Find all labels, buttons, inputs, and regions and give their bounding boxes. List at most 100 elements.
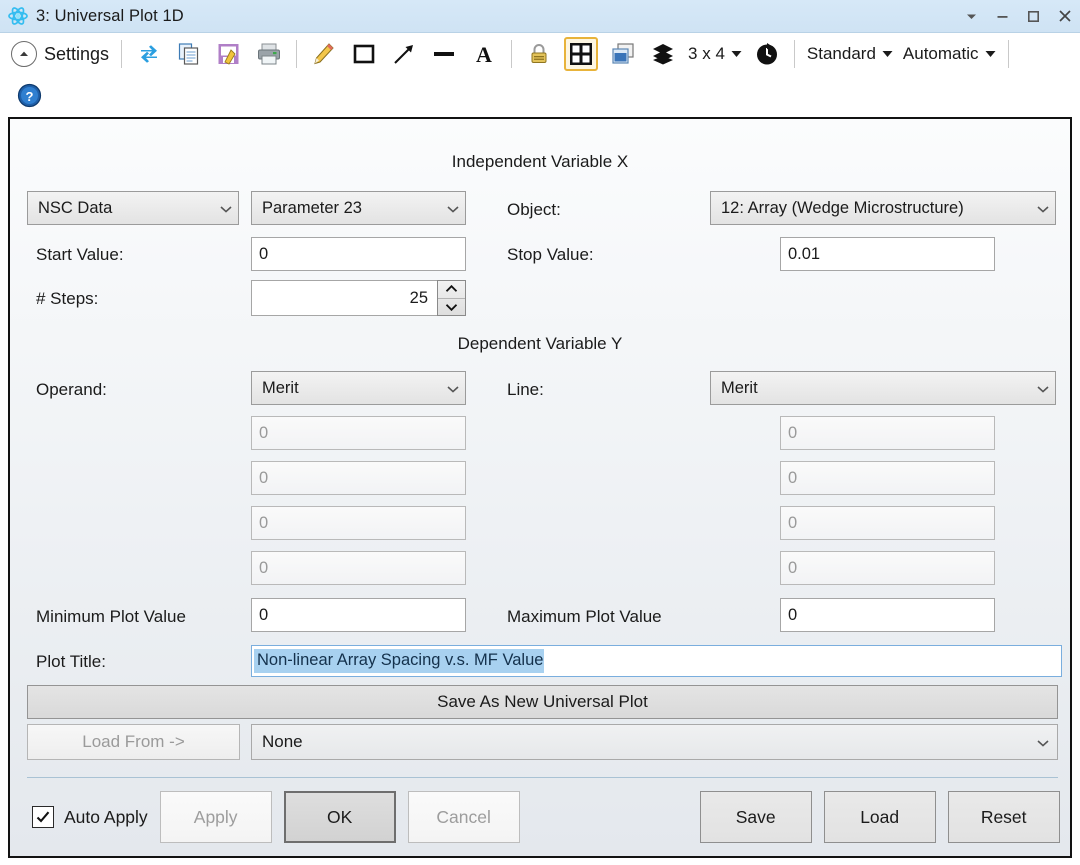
caret-down-icon (882, 45, 893, 63)
dropdown-menu-button[interactable] (956, 0, 987, 33)
refresh-icon (134, 39, 164, 69)
toolbar-separator (296, 40, 297, 68)
arrow-button[interactable] (385, 35, 423, 73)
apply-label: Apply (194, 807, 238, 828)
pencil-button[interactable] (305, 35, 343, 73)
stepper-up-icon[interactable] (438, 281, 465, 299)
data-source-value: NSC Data (38, 199, 214, 218)
chevron-down-icon (1037, 199, 1049, 218)
scale-dropdown[interactable]: Automatic (899, 35, 1000, 73)
save-button[interactable]: Save (700, 791, 812, 843)
steps-input[interactable]: 25 (251, 280, 437, 316)
load-from-button: Load From -> (27, 724, 240, 760)
start-value-text: 0 (259, 245, 268, 264)
maximum-plot-value-input[interactable]: 0 (780, 598, 995, 632)
line-extra-input-3[interactable]: 0 (780, 506, 995, 540)
independent-variable-heading: Independent Variable X (10, 152, 1070, 172)
auto-apply-label: Auto Apply (64, 807, 148, 828)
steps-spin-buttons[interactable] (437, 280, 466, 316)
data-source-dropdown[interactable]: NSC Data (27, 191, 239, 225)
toolbar-row-2: ? (0, 75, 1080, 115)
style-dropdown-label: Standard (807, 44, 876, 64)
layers-button[interactable] (644, 35, 682, 73)
object-dropdown[interactable]: 12: Array (Wedge Microstructure) (710, 191, 1056, 225)
help-icon[interactable]: ? (14, 80, 44, 110)
toolbar-separator (794, 40, 795, 68)
lock-button[interactable] (520, 35, 558, 73)
line-extra-input-4[interactable]: 0 (780, 551, 995, 585)
grid-button[interactable] (560, 35, 602, 73)
save-image-button[interactable] (210, 35, 248, 73)
auto-apply-checkbox[interactable]: Auto Apply (32, 806, 148, 828)
ok-label: OK (327, 807, 352, 828)
stepper-down-icon[interactable] (438, 299, 465, 316)
start-value-input[interactable]: 0 (251, 237, 466, 271)
reset-button[interactable]: Reset (948, 791, 1060, 843)
title-bar: 3: Universal Plot 1D (0, 0, 1080, 33)
start-value-label: Start Value: (36, 245, 124, 265)
ok-button[interactable]: OK (284, 791, 396, 843)
print-button[interactable] (250, 35, 288, 73)
window-title: 3: Universal Plot 1D (36, 7, 184, 26)
stop-value-label: Stop Value: (507, 245, 594, 265)
rectangle-button[interactable] (345, 35, 383, 73)
line-extra-text-1: 0 (788, 424, 797, 443)
print-icon (254, 39, 284, 69)
close-button[interactable] (1049, 0, 1080, 33)
chevron-down-icon (447, 379, 459, 398)
plot-title-input[interactable]: Non-linear Array Spacing v.s. MF Value (251, 645, 1062, 677)
copy-button[interactable] (170, 35, 208, 73)
minimum-plot-value-input[interactable]: 0 (251, 598, 466, 632)
rectangle-icon (349, 39, 379, 69)
operand-extra-input-2[interactable]: 0 (251, 461, 466, 495)
text-icon: A (469, 39, 499, 69)
load-from-label: Load From -> (82, 732, 185, 752)
stop-value-text: 0.01 (788, 245, 820, 264)
operand-extra-text-2: 0 (259, 469, 268, 488)
refresh-clock-button[interactable] (748, 35, 786, 73)
chevron-down-icon (220, 199, 232, 218)
svg-text:?: ? (25, 89, 33, 104)
object-label: Object: (507, 200, 561, 220)
parameter-dropdown[interactable]: Parameter 23 (251, 191, 466, 225)
minimum-plot-value-label: Minimum Plot Value (36, 607, 186, 627)
window-button[interactable] (604, 35, 642, 73)
load-from-dropdown[interactable]: None (251, 724, 1058, 760)
grid-size-dropdown[interactable]: 3 x 4 (684, 35, 746, 73)
load-button[interactable]: Load (824, 791, 936, 843)
refresh-button[interactable] (130, 35, 168, 73)
save-as-new-universal-plot-button[interactable]: Save As New Universal Plot (27, 685, 1058, 719)
text-button[interactable]: A (465, 35, 503, 73)
line-dropdown[interactable]: Merit (710, 371, 1056, 405)
operand-dropdown[interactable]: Merit (251, 371, 466, 405)
line-button[interactable] (425, 35, 463, 73)
line-label: Line: (507, 380, 544, 400)
operand-extra-input-3[interactable]: 0 (251, 506, 466, 540)
line-extra-text-2: 0 (788, 469, 797, 488)
operand-extra-text-1: 0 (259, 424, 268, 443)
svg-text:A: A (476, 42, 492, 67)
operand-label: Operand: (36, 380, 107, 400)
apply-button[interactable]: Apply (160, 791, 272, 843)
checkbox-box[interactable] (32, 806, 54, 828)
reset-label: Reset (981, 807, 1027, 828)
maximize-button[interactable] (1018, 0, 1049, 33)
minimize-button[interactable] (987, 0, 1018, 33)
operand-extra-input-4[interactable]: 0 (251, 551, 466, 585)
steps-stepper[interactable]: 25 (251, 280, 466, 316)
settings-button[interactable]: Settings (1, 35, 113, 73)
stop-value-input[interactable]: 0.01 (780, 237, 995, 271)
pencil-icon (309, 39, 339, 69)
layers-icon (648, 39, 678, 69)
minimum-plot-value-text: 0 (259, 606, 268, 625)
load-from-value: None (262, 732, 1037, 752)
scale-dropdown-label: Automatic (903, 44, 979, 64)
plot-title-value: Non-linear Array Spacing v.s. MF Value (254, 649, 544, 672)
operand-extra-input-1[interactable]: 0 (251, 416, 466, 450)
settings-label: Settings (44, 44, 109, 65)
cancel-button[interactable]: Cancel (408, 791, 520, 843)
line-extra-input-1[interactable]: 0 (780, 416, 995, 450)
line-extra-input-2[interactable]: 0 (780, 461, 995, 495)
line-extra-text-4: 0 (788, 559, 797, 578)
style-dropdown[interactable]: Standard (803, 35, 897, 73)
